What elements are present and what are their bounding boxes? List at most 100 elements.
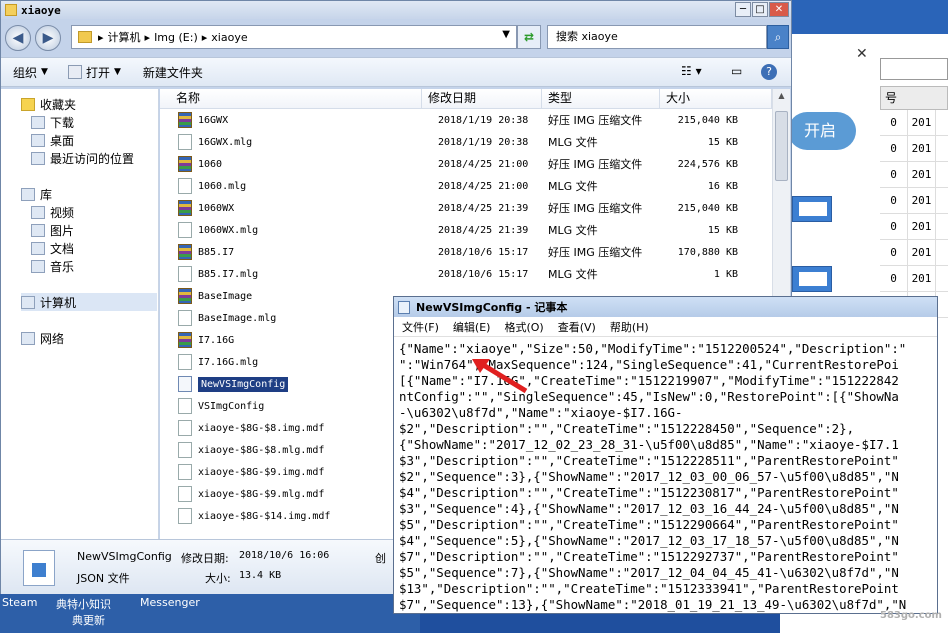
file-name[interactable]: xiaoye-$8G-$14.img.mdf [198,511,330,522]
file-name[interactable]: 1060WX [198,203,234,214]
back-button[interactable]: ◀ [5,25,31,51]
file-icon [178,442,192,458]
column-header-modified[interactable]: 修改日期 [422,89,542,108]
breadcrumb[interactable]: ▸ 计算机 ▸ Img (E:) ▸ xiaoye ▼ [71,25,517,49]
menu-file[interactable]: 文件(F) [402,319,439,335]
menu-edit[interactable]: 编辑(E) [453,319,491,335]
file-name[interactable]: 1060 [198,159,222,170]
organize-button[interactable]: 组织 ▼ [13,64,48,81]
scrollbar-thumb[interactable] [775,111,788,181]
menu-view[interactable]: 查看(V) [558,319,596,335]
help-icon[interactable]: ? [761,64,777,80]
nav-downloads[interactable]: 下载 [31,113,74,131]
file-row[interactable]: 16GWX 2018/1/19 20:38 好压 IMG 压缩文件 215,040 K… [160,109,772,131]
background-app-input[interactable] [880,58,948,80]
menu-format[interactable]: 格式(O) [504,319,543,335]
taskbar-item[interactable]: Messenger [140,596,200,609]
notepad-line: $4","Sequence":5},{"ShowName":"2017_12_0… [399,533,899,548]
nav-music[interactable]: 音乐 [31,257,74,275]
table-row: 0 201 [880,214,948,240]
file-type: 好压 IMG 压缩文件 [548,202,643,215]
open-icon [67,65,82,79]
file-name[interactable]: xiaoye-$8G-$9.img.mdf [198,467,324,478]
background-app-header [780,0,948,34]
search-icon[interactable]: ⌕ [767,25,789,49]
file-row[interactable]: 1060WX 2018/4/25 21:39 好压 IMG 压缩文件 215,040 … [160,197,772,219]
taskbar-item[interactable]: 典特小知识 [56,596,111,612]
breadcrumb-computer[interactable]: 计算机 [108,29,141,45]
file-name[interactable]: 16GWX.mlg [198,137,252,148]
file-row[interactable]: 16GWX.mlg 2018/1/19 20:38 MLG 文件 15 KB [160,131,772,153]
menu-help[interactable]: 帮助(H) [610,319,649,335]
file-name[interactable]: I7.16G [198,335,234,346]
file-row[interactable]: B85.I7.mlg 2018/10/6 15:17 MLG 文件 1 KB [160,263,772,285]
notepad-line: $13","Description":"","CreateTime":"1512… [399,581,899,596]
file-row[interactable]: B85.I7 2018/10/6 15:17 好压 IMG 压缩文件 170,880 … [160,241,772,263]
file-row[interactable]: 1060WX.mlg 2018/4/25 21:39 MLG 文件 15 KB [160,219,772,241]
new-folder-button[interactable]: 新建文件夹 [143,64,203,81]
table-row: 0 201 [880,162,948,188]
column-header-name[interactable]: 名称 [160,89,422,108]
chevron-down-icon: ▼ [41,67,48,77]
file-icon [178,222,192,238]
file-name[interactable]: VSImgConfig [198,401,264,412]
nav-pictures[interactable]: 图片 [31,221,74,239]
file-name[interactable]: B85.I7.mlg [198,269,258,280]
file-size: 215,040 KB [677,202,738,214]
open-button[interactable]: 打开 ▼ [67,64,121,81]
file-name[interactable]: xiaoye-$8G-$8.mlg.mdf [198,445,324,456]
nav-recent[interactable]: 最近访问的位置 [31,149,134,167]
file-name[interactable]: 16GWX [198,115,228,126]
breadcrumb-drive[interactable]: Img (E:) [154,31,198,44]
notepad-line: $3","Description":"","CreateTime":"15122… [399,453,899,468]
download-folder-icon [31,115,45,129]
refresh-button[interactable]: ⇄ [517,25,541,49]
notepad-title: NewVSImgConfig - 记事本 [416,301,568,314]
table-cell: 201 [908,110,936,135]
close-icon[interactable]: ✕ [856,46,878,64]
taskbar-item[interactable]: 典更新 [72,612,105,628]
file-name[interactable]: B85.I7 [198,247,234,258]
desktop-icon [31,133,45,147]
start-button[interactable]: 开启 [788,112,856,150]
column-header-size[interactable]: 大小 [660,89,772,108]
archive-icon [178,288,192,304]
preview-pane-icon[interactable]: ▭ [731,64,742,78]
background-app-tile[interactable] [792,266,832,292]
column-header-type[interactable]: 类型 [542,89,660,108]
address-bar-row: ◀ ▶ ▸ 计算机 ▸ Img (E:) ▸ xiaoye ▼ ⇄ 搜索 xia… [1,21,791,55]
nav-computer[interactable]: 计算机 [21,293,157,311]
file-name[interactable]: 1060.mlg [198,181,246,192]
file-name[interactable]: NewVSImgConfig [198,376,289,392]
folder-icon [5,4,17,16]
breadcrumb-folder[interactable]: xiaoye [211,31,247,44]
file-name[interactable]: BaseImage [198,291,252,302]
nav-libraries[interactable]: 库 [21,185,52,203]
nav-favorites[interactable]: 收藏夹 [21,95,76,113]
notepad-titlebar[interactable]: NewVSImgConfig - 记事本 [394,297,937,317]
scroll-up-icon[interactable]: ▲ [775,91,788,105]
file-row[interactable]: 1060.mlg 2018/4/25 21:00 MLG 文件 16 KB [160,175,772,197]
background-app-tile[interactable] [792,196,832,222]
close-button[interactable]: ✕ [769,2,789,17]
file-row[interactable]: 1060 2018/4/25 21:00 好压 IMG 压缩文件 224,576 KB [160,153,772,175]
nav-videos[interactable]: 视频 [31,203,74,221]
taskbar-item[interactable]: Steam [2,596,38,609]
nav-network[interactable]: 网络 [21,329,64,347]
view-options-icon[interactable]: ☷ ▾ [681,64,702,78]
minimize-button[interactable]: ─ [735,2,751,17]
table-header: 号 [880,86,948,110]
file-name[interactable]: I7.16G.mlg [198,357,258,368]
search-input[interactable]: 搜索 xiaoye [547,25,767,49]
file-name[interactable]: xiaoye-$8G-$8.img.mdf [198,423,324,434]
nav-documents[interactable]: 文档 [31,239,74,257]
file-name[interactable]: BaseImage.mlg [198,313,276,324]
maximize-button[interactable]: □ [752,2,768,17]
explorer-titlebar[interactable]: xiaoye ─ □ ✕ [1,1,791,19]
file-name[interactable]: 1060WX.mlg [198,225,258,236]
file-name[interactable]: xiaoye-$8G-$9.mlg.mdf [198,489,324,500]
nav-desktop[interactable]: 桌面 [31,131,74,149]
details-size-label: 大小: [205,572,231,585]
forward-button[interactable]: ▶ [35,25,61,51]
chevron-down-icon[interactable]: ▼ [502,29,510,40]
